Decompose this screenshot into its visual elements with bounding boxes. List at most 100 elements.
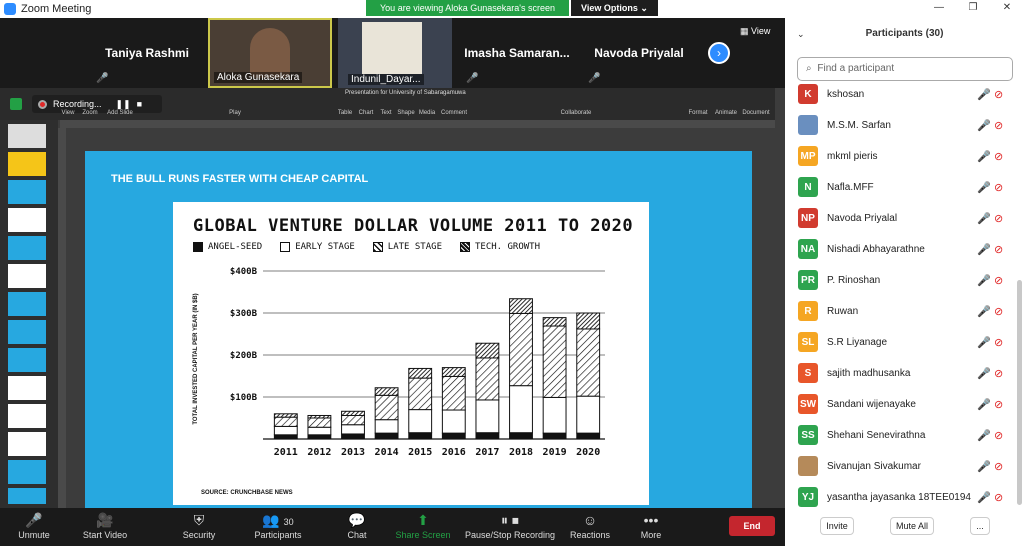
- restore-icon[interactable]: ❐: [956, 0, 990, 18]
- participant-row[interactable]: PR P. Rinoshan 🎤 ⊘: [785, 265, 1017, 295]
- participant-row[interactable]: SL S.R Liyanage 🎤 ⊘: [785, 327, 1017, 357]
- bar-segment: [475, 342, 500, 359]
- view-button[interactable]: ▦ View: [740, 26, 770, 37]
- slide-thumbnail[interactable]: [8, 180, 46, 204]
- toolbar-collaborate[interactable]: Collaborate: [556, 110, 596, 116]
- slide-thumbnail[interactable]: [8, 460, 46, 484]
- window-controls: — ❐ ✕: [785, 0, 1024, 18]
- toolbar-document[interactable]: Document: [736, 110, 776, 116]
- pause-stop-recording-button[interactable]: ⏸ ⏹ Pause/Stop Recording: [464, 510, 556, 540]
- chart-card: GLOBAL VENTURE DOLLAR VOLUME 2011 TO 202…: [173, 202, 649, 505]
- slide-thumbnail[interactable]: [8, 376, 46, 400]
- toolbar-comment[interactable]: Comment: [434, 110, 474, 116]
- reactions-button[interactable]: ☺ Reactions: [568, 510, 612, 540]
- mic-muted-icon: 🎤: [977, 398, 991, 411]
- chevron-down-icon[interactable]: ⌄: [797, 24, 805, 44]
- invite-button[interactable]: Invite: [820, 517, 854, 535]
- participant-row[interactable]: R Ruwan 🎤 ⊘: [785, 296, 1017, 326]
- share-screen-label: Share Screen: [395, 530, 451, 540]
- participants-label: Participants: [254, 530, 302, 540]
- bar-segment: [408, 409, 433, 434]
- participant-row[interactable]: YJ yasantha jayasanka 18TEE0194 🎤 ⊘: [785, 482, 1017, 507]
- participant-row[interactable]: Kkshosan 🎤 ⊘: [785, 79, 1017, 109]
- unmute-button[interactable]: 🎤 Unmute: [8, 510, 60, 540]
- slide-thumbnail[interactable]: [8, 208, 46, 232]
- participant-avatar: NA: [798, 239, 818, 259]
- meeting-controls: 🎤 Unmute 🎥 Start Video ⛨ Security 👥 30 P…: [0, 508, 785, 546]
- pause-icon[interactable]: ❚❚: [116, 99, 131, 110]
- video-tile[interactable]: Indunil_Dayar...: [338, 18, 452, 88]
- video-off-icon: ⊘: [994, 212, 1004, 225]
- slide-thumbnail[interactable]: [8, 292, 46, 316]
- pause-stop-icon: ⏸ ⏹: [501, 512, 519, 528]
- video-off-icon: ⊘: [994, 119, 1004, 132]
- participant-row[interactable]: SW Sandani wijenayake 🎤 ⊘: [785, 389, 1017, 419]
- x-tick-label: 2018: [509, 447, 533, 458]
- video-tile[interactable]: Imasha Samaran... 🎤: [458, 18, 576, 88]
- video-tile[interactable]: Navoda Priyalal 🎤: [580, 18, 698, 88]
- view-options-button[interactable]: View Options ⌄: [571, 0, 658, 16]
- start-video-button[interactable]: 🎥 Start Video: [78, 510, 132, 540]
- participant-name: Taniya Rashmi: [105, 46, 189, 60]
- chat-button[interactable]: 💬 Chat: [340, 510, 374, 540]
- more-button[interactable]: ••• More: [636, 510, 666, 540]
- slide-thumbnail[interactable]: [8, 236, 46, 260]
- toolbar-add-slide[interactable]: Add Slide: [100, 110, 140, 116]
- slide-thumbnail[interactable]: [8, 404, 46, 428]
- participant-row[interactable]: M.S.M. Sarfan 🎤 ⊘: [785, 110, 1017, 140]
- video-tile-active-speaker[interactable]: Aloka Gunasekara: [208, 18, 332, 88]
- participant-row[interactable]: NA Nishadi Abhayarathne 🎤 ⊘: [785, 234, 1017, 264]
- video-off-icon: ⊘: [994, 429, 1004, 442]
- participant-row[interactable]: SS Shehani Senevirathna 🎤 ⊘: [785, 420, 1017, 450]
- mic-muted-icon: 🎤: [977, 491, 991, 504]
- close-icon[interactable]: ✕: [990, 0, 1024, 18]
- y-tick-label: $400B: [230, 267, 258, 277]
- bar-segment: [273, 413, 298, 418]
- slide-thumbnail[interactable]: [8, 348, 46, 372]
- panel-footer: Invite Mute All ...: [785, 514, 1024, 538]
- mic-muted-icon: 🎤: [25, 512, 43, 528]
- slide-thumbnail[interactable]: [8, 124, 46, 148]
- reactions-label: Reactions: [569, 530, 611, 540]
- participant-name: yasantha jayasanka 18TEE0194: [827, 491, 971, 503]
- participants-button[interactable]: 👥 30 Participants: [250, 510, 306, 540]
- participant-row[interactable]: Ssajith madhusanka 🎤 ⊘: [785, 358, 1017, 388]
- bar-segment: [273, 425, 298, 436]
- mic-muted-icon: 🎤: [977, 181, 991, 194]
- mic-muted-icon: 🎤: [977, 212, 991, 225]
- share-screen-button[interactable]: ⬆ Share Screen: [394, 510, 452, 540]
- stop-icon[interactable]: ■: [137, 99, 142, 109]
- window-title: Zoom Meeting: [21, 3, 92, 15]
- slide-thumbnail[interactable]: [8, 488, 46, 504]
- participant-row[interactable]: MP mkml pieris 🎤 ⊘: [785, 141, 1017, 171]
- security-button[interactable]: ⛨ Security: [178, 510, 220, 540]
- mute-all-button[interactable]: Mute All: [890, 517, 934, 535]
- mic-muted-icon: 🎤: [466, 73, 479, 84]
- bar-segment: [576, 395, 601, 434]
- next-page-button[interactable]: ›: [708, 42, 730, 64]
- participant-name: Imasha Samaran...: [464, 46, 570, 60]
- slide-thumbnail[interactable]: [8, 152, 46, 176]
- more-options-button[interactable]: ...: [970, 517, 990, 535]
- end-button[interactable]: End: [729, 516, 775, 536]
- shared-screen: Recording... ❚❚ ■ Presentation for Unive…: [0, 88, 785, 508]
- participant-row[interactable]: N Nafla.MFF 🎤 ⊘: [785, 172, 1017, 202]
- video-tile[interactable]: Taniya Rashmi 🎤: [88, 18, 206, 88]
- participant-name: sajith madhusanka: [827, 367, 911, 379]
- video-off-icon: ⊘: [994, 88, 1004, 101]
- minimize-icon[interactable]: —: [922, 0, 956, 18]
- mic-muted-icon: 🎤: [977, 243, 991, 256]
- video-off-icon: 🎥: [96, 512, 114, 528]
- slide-thumbnail[interactable]: [8, 432, 46, 456]
- slide-thumbnail[interactable]: [8, 264, 46, 288]
- x-tick-label: 2016: [442, 447, 466, 458]
- toolbar-play[interactable]: Play: [215, 110, 255, 116]
- participant-avatar: MP: [798, 146, 818, 166]
- participant-row[interactable]: Sivanujan Sivakumar 🎤 ⊘: [785, 451, 1017, 481]
- mic-muted-icon: 🎤: [977, 88, 991, 101]
- participant-search-input[interactable]: ⌕ Find a participant: [797, 57, 1013, 81]
- recording-label: Recording...: [53, 99, 102, 109]
- participant-row[interactable]: NP Navoda Priyalal 🎤 ⊘: [785, 203, 1017, 233]
- participant-list-scrollbar[interactable]: [1017, 280, 1022, 505]
- slide-thumbnail[interactable]: [8, 320, 46, 344]
